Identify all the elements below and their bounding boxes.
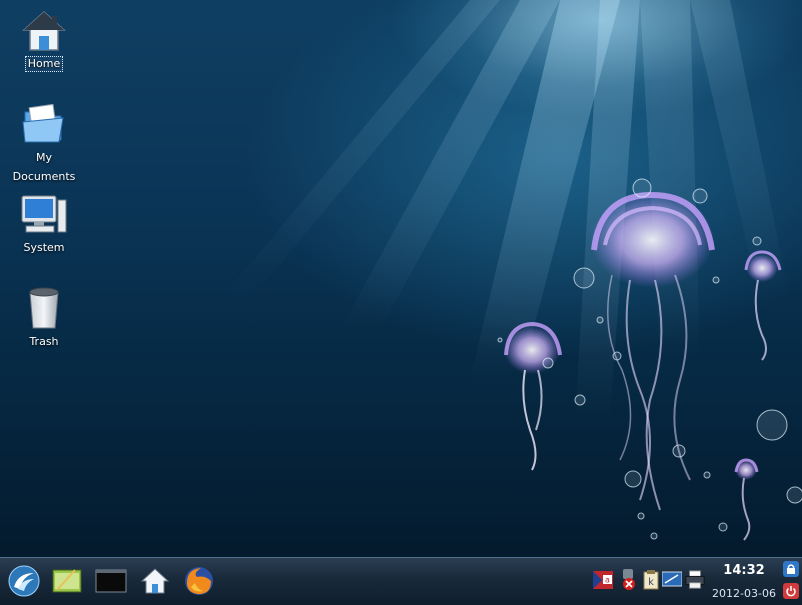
network-status-button[interactable] xyxy=(618,569,638,591)
desktop-icon-my-documents[interactable]: My Documents xyxy=(4,100,84,184)
printer-icon xyxy=(685,570,705,589)
lock-icon xyxy=(787,564,795,574)
home-icon xyxy=(22,10,66,51)
desktop-icon-label: My xyxy=(35,151,52,164)
kickoff-menu-icon xyxy=(8,565,40,597)
display-icon xyxy=(662,571,682,587)
kickoff-menu-button[interactable] xyxy=(7,564,41,598)
computer-icon xyxy=(21,195,67,233)
desktop-icon-label: Trash xyxy=(29,335,59,348)
text-editor-icon xyxy=(52,569,82,593)
desktop-icon-system[interactable]: System xyxy=(4,194,84,255)
folder-icon xyxy=(22,103,64,143)
taskbar: a k xyxy=(0,557,802,605)
svg-text:k: k xyxy=(648,577,654,588)
clock-date[interactable]: 2012-03-06 xyxy=(708,587,780,600)
desktop[interactable]: Home My Documents System Trash xyxy=(0,0,802,557)
terminal-launcher[interactable] xyxy=(94,564,128,598)
keyboard-layout-button[interactable]: a xyxy=(593,569,613,591)
firefox-icon xyxy=(185,567,213,595)
trash-icon xyxy=(29,287,59,329)
text-editor-launcher[interactable] xyxy=(50,564,84,598)
klipper-icon: k xyxy=(643,570,659,590)
lock-screen-button[interactable] xyxy=(783,561,799,577)
network-disconnected-icon xyxy=(623,569,635,590)
printer-button[interactable] xyxy=(685,569,705,591)
home-folder-icon xyxy=(140,568,170,594)
home-folder-launcher[interactable] xyxy=(138,564,172,598)
shutdown-icon xyxy=(786,586,796,597)
wallpaper-rays xyxy=(220,0,790,420)
klipper-button[interactable]: k xyxy=(641,569,661,591)
terminal-icon xyxy=(95,569,127,593)
desktop-icon-label: Home xyxy=(24,56,64,72)
display-settings-button[interactable] xyxy=(662,569,682,591)
svg-text:a: a xyxy=(605,576,610,585)
desktop-icon-label: Documents xyxy=(12,170,76,183)
desktop-icon-home[interactable]: Home xyxy=(4,10,84,72)
clock-time[interactable]: 14:32 xyxy=(712,563,776,578)
keyboard-layout-icon: a xyxy=(593,571,613,589)
desktop-icon-label: System xyxy=(23,241,65,254)
shutdown-button[interactable] xyxy=(783,583,799,599)
desktop-icon-trash[interactable]: Trash xyxy=(4,284,84,349)
firefox-launcher[interactable] xyxy=(182,564,216,598)
